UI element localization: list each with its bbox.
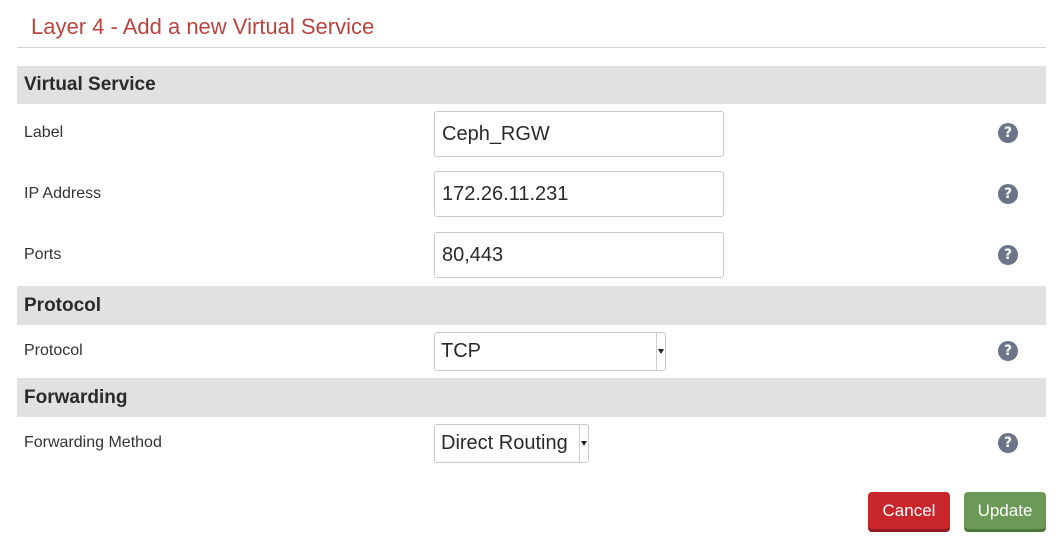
section-header-protocol: Protocol xyxy=(17,286,1046,325)
ports-help-icon[interactable]: ? xyxy=(998,245,1018,265)
forwarding-method-field-label: Forwarding Method xyxy=(24,434,162,451)
label-help-icon[interactable]: ? xyxy=(998,123,1018,143)
ports-field-label: Ports xyxy=(24,246,62,263)
forwarding-method-select[interactable]: Direct Routing xyxy=(434,424,589,463)
ports-input[interactable] xyxy=(434,232,724,278)
update-button[interactable]: Update xyxy=(964,492,1046,529)
title-divider xyxy=(17,47,1046,48)
label-input[interactable] xyxy=(434,111,724,157)
ip-address-help-icon[interactable]: ? xyxy=(998,184,1018,204)
protocol-select[interactable]: TCP xyxy=(434,332,666,371)
chevron-down-icon xyxy=(579,425,588,462)
section-header-forwarding: Forwarding xyxy=(17,378,1046,417)
ip-address-field-label: IP Address xyxy=(24,185,102,202)
cancel-button[interactable]: Cancel xyxy=(868,492,950,529)
section-header-virtual-service: Virtual Service xyxy=(17,66,1046,104)
forwarding-method-select-value: Direct Routing xyxy=(441,432,568,454)
protocol-field-label: Protocol xyxy=(24,342,83,359)
label-field-label: Label xyxy=(24,124,64,141)
forwarding-method-help-icon[interactable]: ? xyxy=(998,433,1018,453)
chevron-down-icon xyxy=(656,333,665,370)
protocol-help-icon[interactable]: ? xyxy=(998,341,1018,361)
ip-address-input[interactable] xyxy=(434,171,724,217)
page-title: Layer 4 - Add a new Virtual Service xyxy=(31,14,375,39)
protocol-select-value: TCP xyxy=(441,340,481,362)
